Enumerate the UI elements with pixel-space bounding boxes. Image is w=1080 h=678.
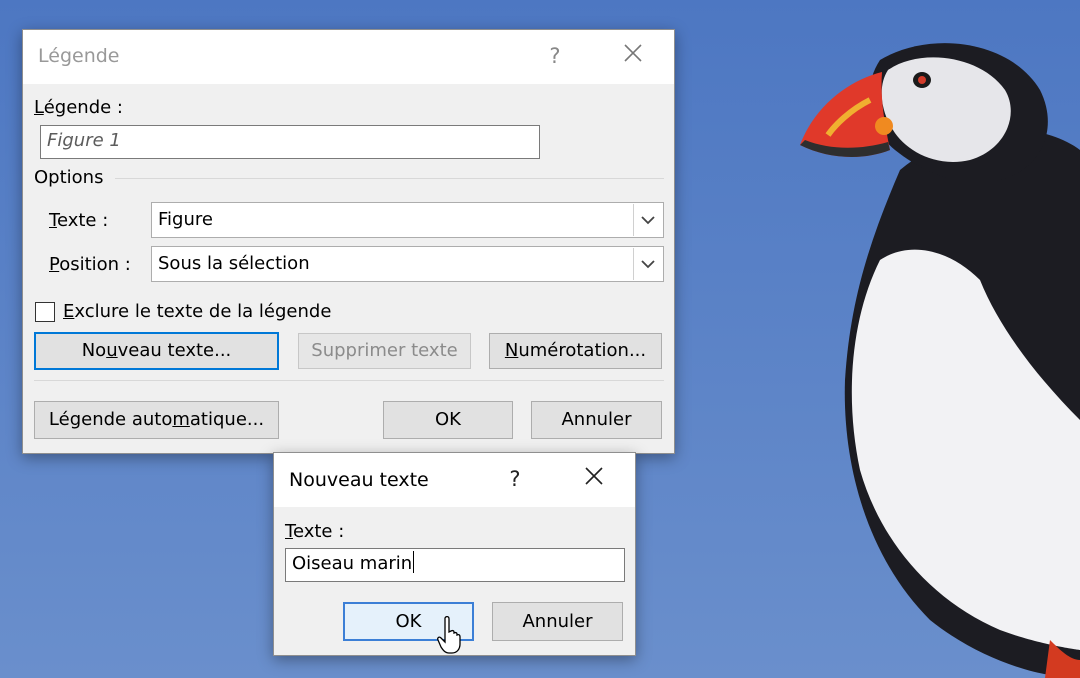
close-icon — [585, 467, 603, 485]
caption-dialog-titlebar[interactable]: Légende ? — [23, 30, 674, 84]
position-dropdown[interactable]: Sous la sélection — [151, 246, 664, 282]
exclude-label-checkbox[interactable] — [35, 302, 55, 322]
close-icon — [624, 44, 642, 62]
new-text-input[interactable]: Oiseau marin — [285, 548, 625, 582]
chevron-down-icon — [641, 216, 655, 225]
text-caret — [413, 551, 415, 573]
options-separator — [115, 178, 664, 179]
text-dropdown[interactable]: Figure — [151, 202, 664, 238]
close-button[interactable] — [619, 43, 647, 69]
new-text-dialog-titlebar[interactable]: Nouveau texte ? — [274, 453, 635, 507]
autocaption-button[interactable]: Légende automatique... — [34, 401, 279, 439]
help-button[interactable]: ? — [503, 466, 527, 492]
exclude-label-text[interactable]: Exclure le texte de la légende — [63, 301, 331, 322]
close-button[interactable] — [580, 466, 608, 492]
new-text-cancel-button[interactable]: Annuler — [492, 602, 623, 641]
new-text-dialog-title: Nouveau texte — [289, 469, 429, 491]
options-group-label: Options — [34, 167, 104, 188]
ok-button[interactable]: OK — [383, 401, 513, 439]
chevron-down-icon — [641, 260, 655, 269]
new-text-label: Texte : — [285, 521, 345, 542]
position-dropdown-value: Sous la sélection — [158, 253, 310, 274]
caption-dialog: Légende ? Légende : Figure 1 Options Tex… — [22, 29, 675, 454]
new-text-button[interactable]: Nouveau texte... — [34, 332, 279, 370]
text-dropdown-value: Figure — [158, 209, 213, 230]
help-button[interactable]: ? — [543, 43, 567, 69]
numbering-button[interactable]: Numérotation... — [489, 333, 662, 369]
position-dropdown-arrow[interactable] — [633, 248, 662, 280]
new-text-input-value: Oiseau marin — [292, 553, 413, 574]
caption-label: Légende : — [34, 97, 123, 118]
buttons-separator — [34, 380, 664, 381]
caption-dialog-title: Légende — [38, 45, 120, 67]
caption-input[interactable]: Figure 1 — [40, 125, 540, 159]
cancel-button[interactable]: Annuler — [531, 401, 662, 439]
mouse-pointer-icon — [437, 616, 461, 654]
position-label: Position : — [49, 254, 131, 275]
delete-text-button[interactable]: Supprimer texte — [298, 333, 471, 369]
text-label: Texte : — [49, 210, 109, 231]
text-dropdown-arrow[interactable] — [633, 204, 662, 236]
